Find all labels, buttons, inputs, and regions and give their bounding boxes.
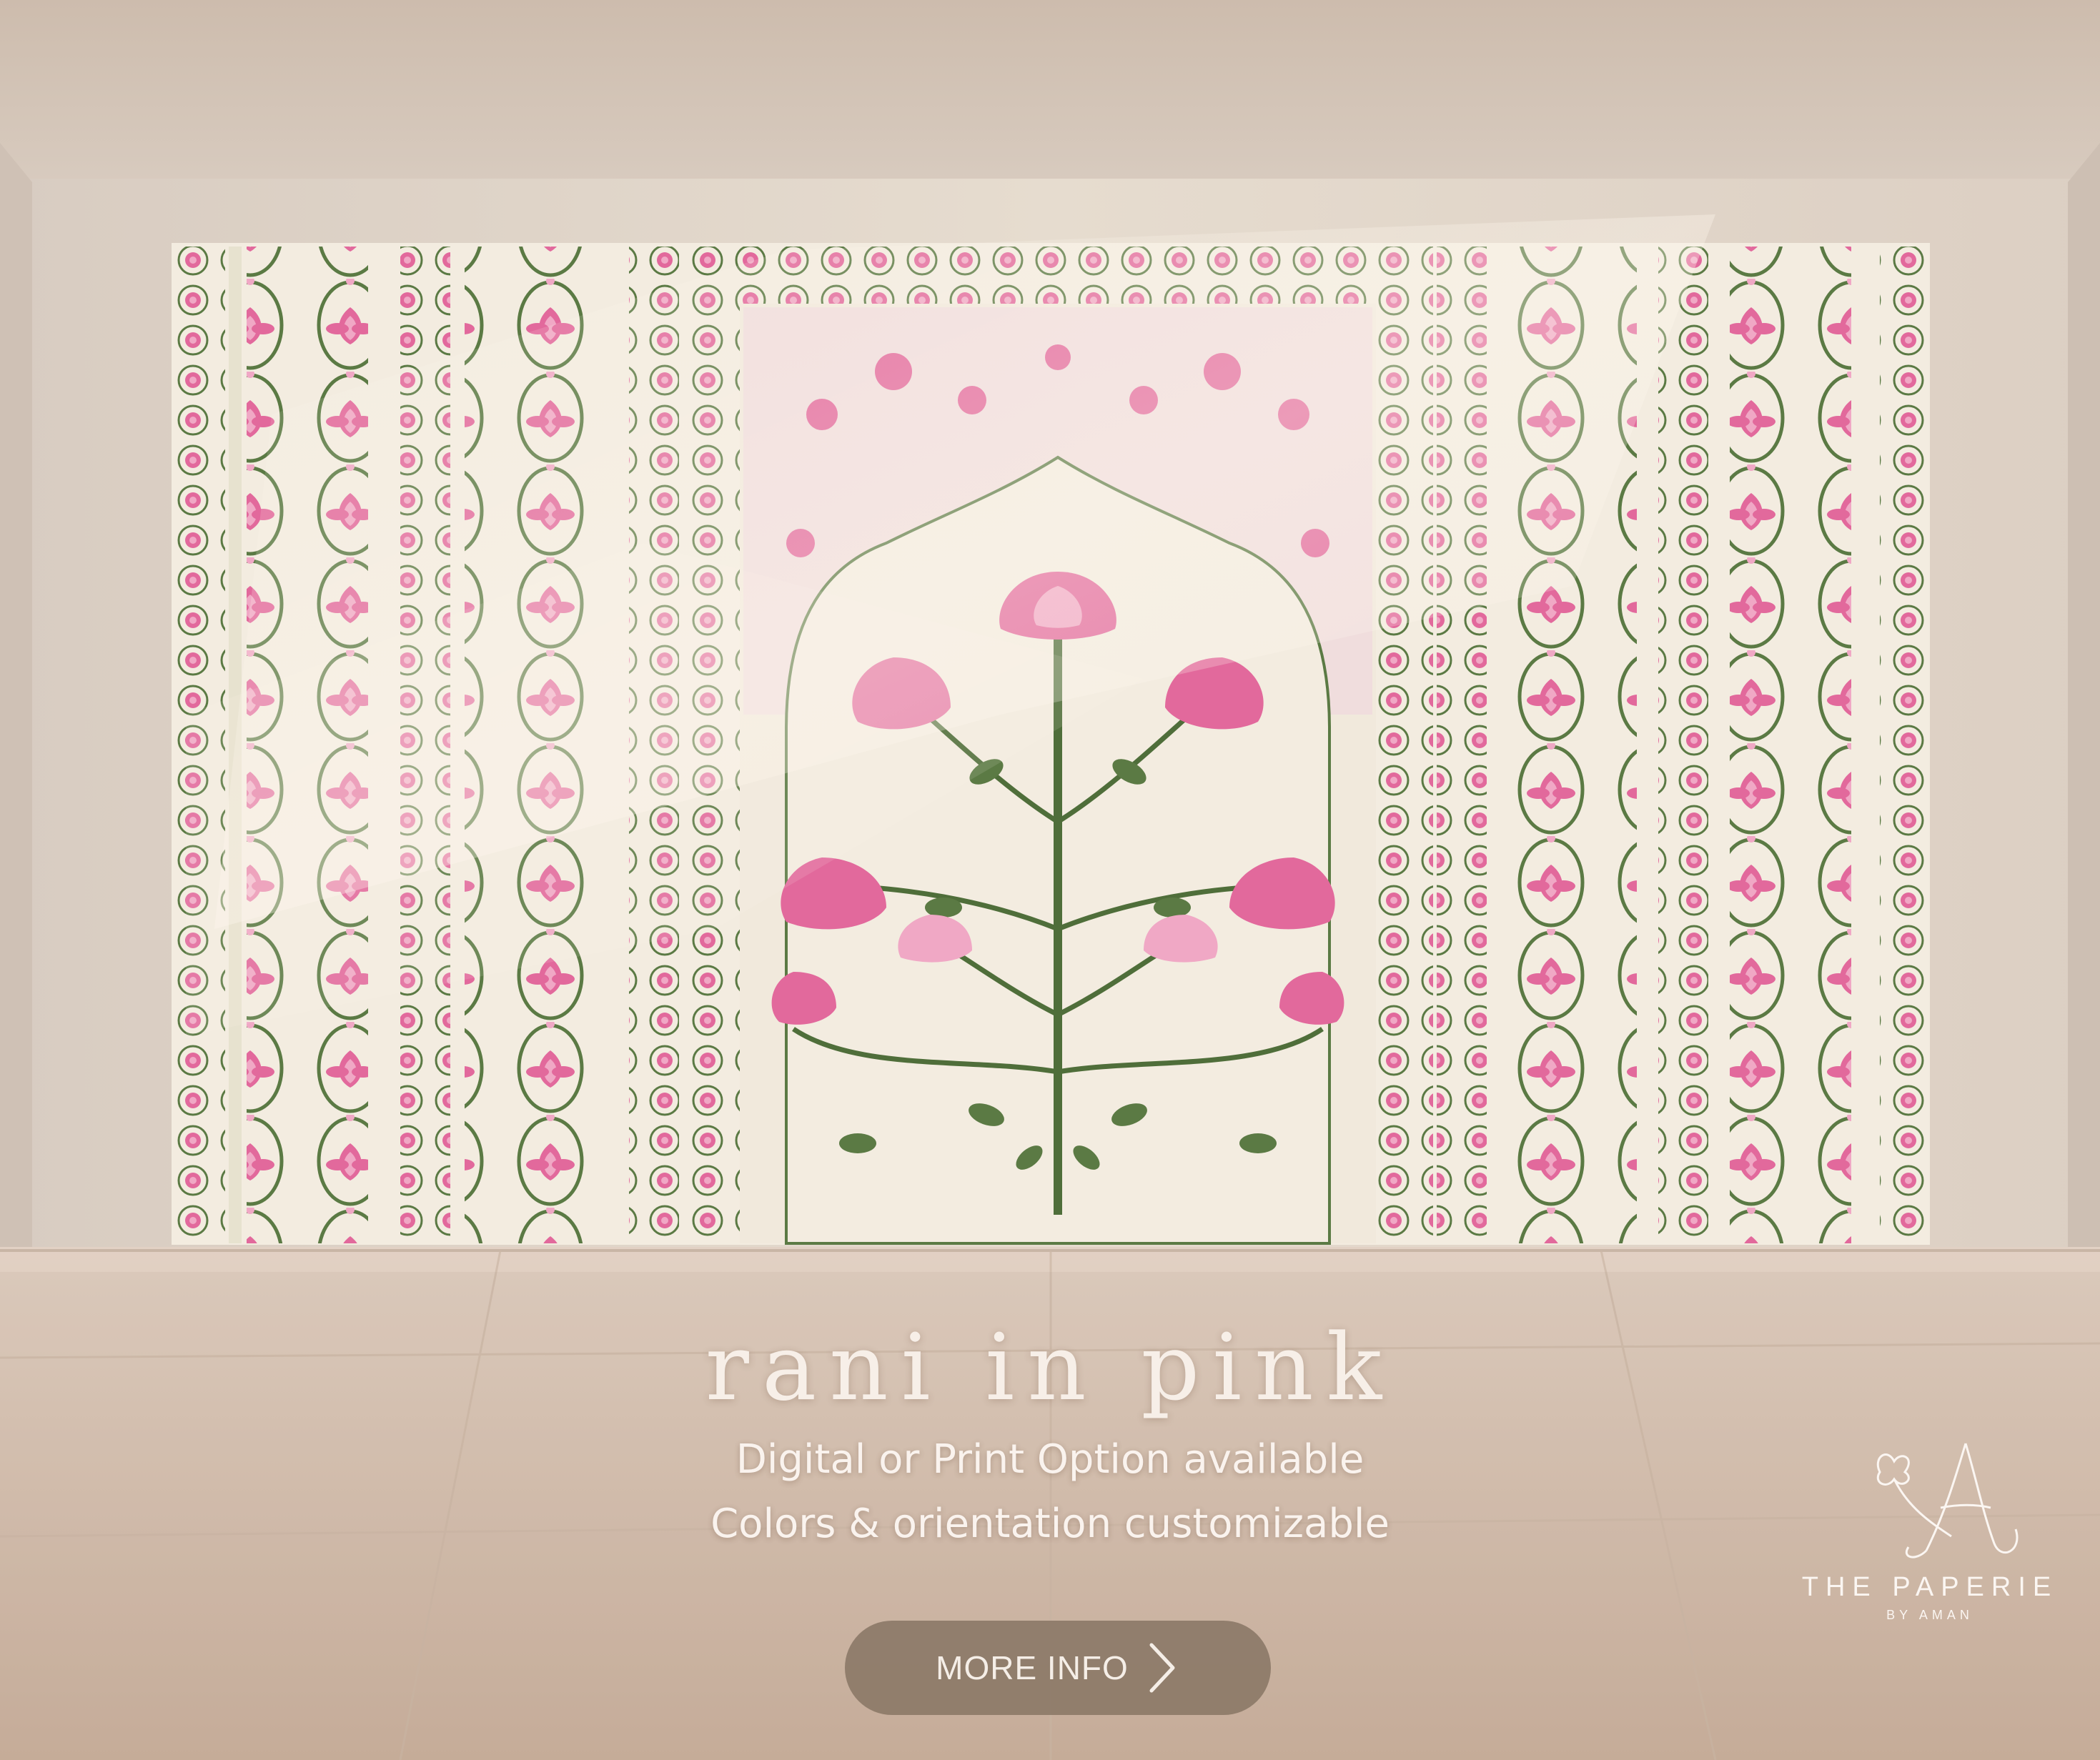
brand-monogram-icon (1876, 1443, 2019, 1558)
room-scene (0, 0, 2100, 1760)
more-info-label: MORE INFO (936, 1649, 1129, 1686)
feature-line-digital-print: Digital or Print Option available (736, 1436, 1364, 1483)
chevron-right-icon (1149, 1643, 1175, 1693)
product-title: rani in pink (705, 1315, 1395, 1421)
brand-logo: THE PAPERIE BY AMAN (1787, 1429, 2073, 1629)
brand-subtitle: BY AMAN (1886, 1608, 1973, 1622)
brand-name: THE PAPERIE (1801, 1572, 2059, 1602)
feature-line-customizable: Colors & orientation customizable (710, 1501, 1390, 1547)
more-info-button[interactable]: MORE INFO (845, 1621, 1271, 1715)
